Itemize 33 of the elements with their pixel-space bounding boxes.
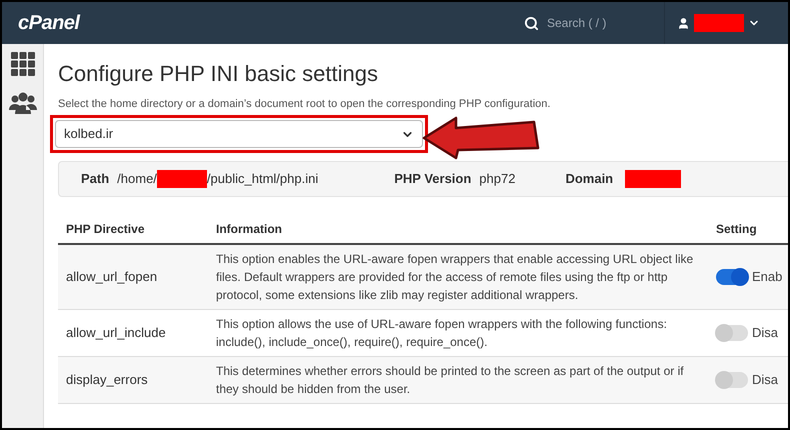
redaction-block <box>694 14 744 32</box>
directive-cell-text: allow_url_include <box>65 324 167 342</box>
column-header: Information <box>216 221 283 238</box>
information-cell-text: This option allows the use of URL-aware fopen wrappers with the following functions: include(), include_once(), require(), require_once(). <box>216 316 668 351</box>
domain-select[interactable]: kolbed.ir <box>55 120 423 148</box>
search-field[interactable]: Search ( / ) <box>547 14 647 32</box>
grid-icon[interactable] <box>10 52 34 76</box>
toggle-switch[interactable] <box>716 325 748 341</box>
page-description: Select the home directory or a domain’s document root to open the corresponding PHP configuration. <box>58 96 552 112</box>
search-icon <box>524 16 539 30</box>
page-title: Configure PHP INI basic settings <box>58 60 379 88</box>
redaction-block <box>625 170 682 188</box>
path-value: /public_html/php.ini <box>206 170 318 188</box>
path-value: /home/ <box>117 170 157 188</box>
domain-label: Domain <box>565 170 614 188</box>
column-header: PHP Directive <box>65 221 146 238</box>
directive-cell-text: display_errors <box>65 371 149 390</box>
information-cell-text: This option enables the URL-aware fopen wrappers that enable accessing URL object like files. Default wrappers are provided for the access of remote files using the ftp or http protocol, some extensions like zlib may register additional wrappers. <box>216 251 694 304</box>
setting-status: Disa <box>752 371 778 390</box>
information-cell-text: This determines whether errors should be printed to the screen as part of the output or if they should be hidden from the user. <box>216 363 685 398</box>
users-icon[interactable] <box>8 92 36 114</box>
setting-status: Enab <box>752 268 782 286</box>
column-header: Setting <box>715 221 757 238</box>
php-version-label: PHP Version <box>394 170 472 188</box>
toggle-switch[interactable] <box>716 372 748 388</box>
user-icon <box>677 16 690 30</box>
redaction-block <box>156 170 207 188</box>
cpanel-logo[interactable]: cPanel <box>18 8 80 38</box>
path-label: Path <box>81 170 110 188</box>
setting-status: Disa <box>752 324 778 342</box>
directive-cell-text: allow_url_fopen <box>65 268 158 286</box>
toggle-switch[interactable] <box>716 269 748 285</box>
php-version-value: php72 <box>479 170 516 188</box>
